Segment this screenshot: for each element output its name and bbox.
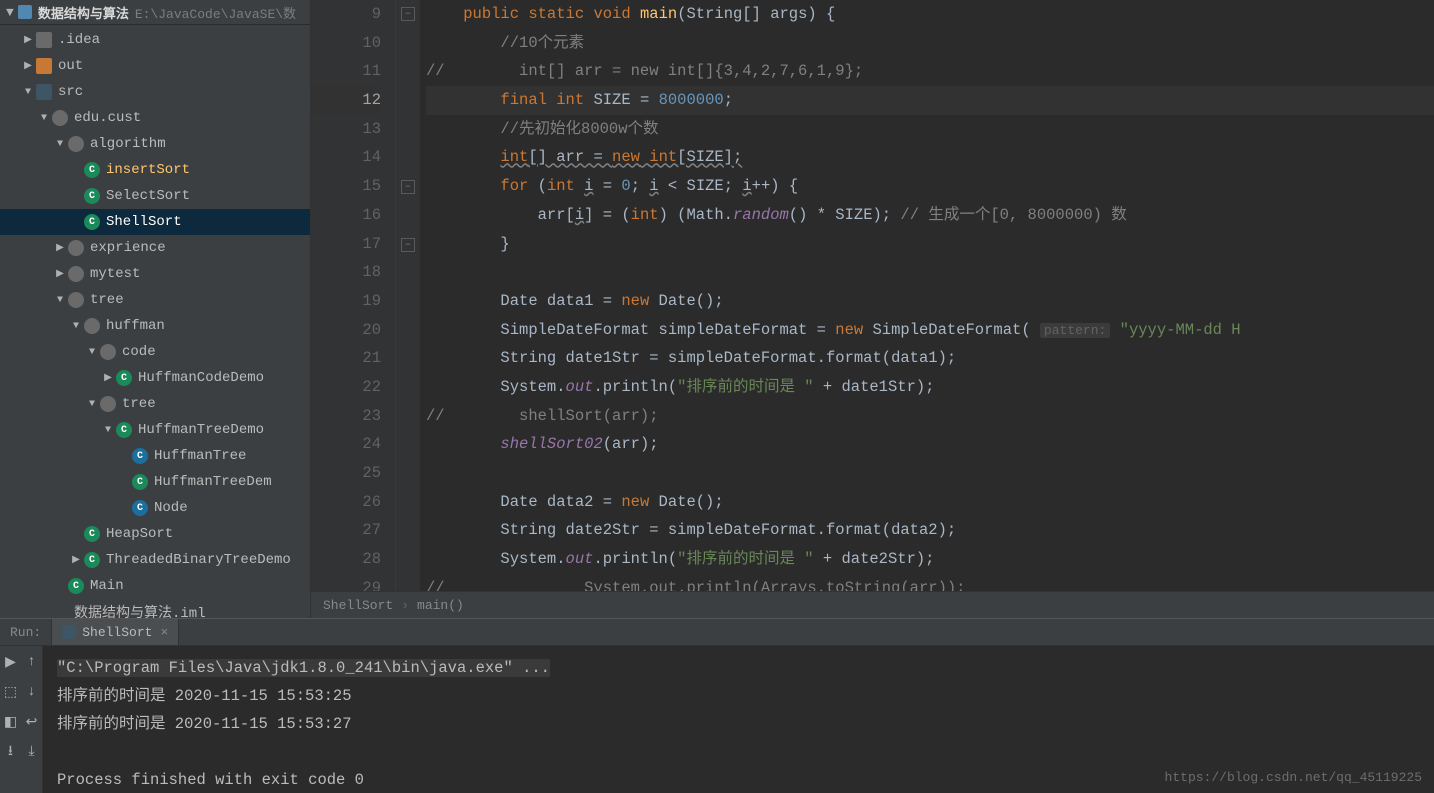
scroll-up-icon[interactable]: ↑ (24, 654, 40, 670)
tree-label: 数据结构与算法.iml (74, 602, 206, 618)
tree-node[interactable]: ▼ HuffmanTreeDemo (0, 417, 310, 443)
fold-marker-icon[interactable]: − (401, 180, 415, 194)
project-name: 数据结构与算法 (38, 3, 129, 22)
tree-label: HuffmanTree (154, 448, 246, 464)
project-tree[interactable]: ▶ .idea ▶ out ▼ src ▼ edu.cust ▼ algorithm insertS… (0, 25, 310, 618)
tree-label: Node (154, 500, 188, 516)
stop-icon[interactable]: ⬚ (3, 684, 19, 700)
project-sidebar: ▼ 数据结构与算法 E:\JavaCode\JavaSE\数 ▶ .idea ▶ ou… (0, 0, 311, 618)
run-toolbar: ▶ ⬚ ◧ ⭳ ↑ ↓ ↩ ⤓ (0, 646, 43, 793)
tree-label: src (58, 84, 83, 100)
scroll-down-icon[interactable]: ↓ (24, 684, 40, 700)
run-panel: Run: ShellSort × ▶ ⬚ ◧ ⭳ ↑ ↓ ↩ ⤓ (0, 618, 1434, 793)
tree-node[interactable]: ▶ ThreadedBinaryTreeDemo (0, 547, 310, 573)
tree-node[interactable]: 数据结构与算法.iml (0, 599, 310, 618)
tree-node[interactable]: insertSort (0, 157, 310, 183)
tree-node[interactable]: ▶ .idea (0, 27, 310, 53)
tree-label: insertSort (106, 162, 190, 178)
chevron-icon: ▼ (86, 399, 98, 410)
tree-label: tree (122, 396, 156, 412)
rerun-icon[interactable]: ▶ (3, 654, 19, 670)
tree-node[interactable]: ▶ HuffmanCodeDemo (0, 365, 310, 391)
run-label: Run: (0, 625, 51, 640)
project-path: E:\JavaCode\JavaSE\数 (135, 3, 296, 22)
tree-label: .idea (58, 32, 100, 48)
exit-icon[interactable]: ⭳ (3, 744, 19, 760)
fold-marker-icon[interactable]: − (401, 7, 415, 21)
tree-label: HeapSort (106, 526, 173, 542)
tree-label: SelectSort (106, 188, 190, 204)
chevron-right-icon: › (401, 598, 409, 613)
tree-label: code (122, 344, 156, 360)
tree-node[interactable]: ▼ huffman (0, 313, 310, 339)
tree-node[interactable]: ▼ tree (0, 391, 310, 417)
run-header: Run: ShellSort × (0, 619, 1434, 646)
chevron-icon: ▼ (38, 113, 50, 124)
chevron-icon: ▼ (86, 347, 98, 358)
editor: 9101112131415161718192021222324252627282… (311, 0, 1434, 618)
tree-label: tree (90, 292, 124, 308)
tree-node[interactable]: HuffmanTree (0, 443, 310, 469)
chevron-icon: ▶ (102, 372, 114, 384)
tree-label: HuffmanTreeDemo (138, 422, 264, 438)
tree-label: mytest (90, 266, 140, 282)
tree-node[interactable]: HeapSort (0, 521, 310, 547)
tree-node[interactable]: ▼ edu.cust (0, 105, 310, 131)
watermark: https://blog.csdn.net/qq_45119225 (1165, 770, 1422, 785)
scroll-to-end-icon[interactable]: ⤓ (24, 744, 40, 760)
tree-label: huffman (106, 318, 165, 334)
tree-label: algorithm (90, 136, 166, 152)
tree-label: ShellSort (106, 214, 182, 230)
tree-node[interactable]: ▶ exprience (0, 235, 310, 261)
chevron-icon: ▼ (54, 295, 66, 306)
code-area[interactable]: public static void main(String[] args) {… (420, 0, 1434, 591)
dump-icon[interactable]: ◧ (3, 714, 19, 730)
breadcrumb-item[interactable]: main() (417, 598, 464, 613)
tree-node[interactable]: ShellSort (0, 209, 310, 235)
tree-node[interactable]: ▶ mytest (0, 261, 310, 287)
tree-node[interactable]: ▼ algorithm (0, 131, 310, 157)
chevron-icon: ▶ (22, 34, 34, 46)
tree-node[interactable]: ▼ src (0, 79, 310, 105)
chevron-icon: ▶ (22, 60, 34, 72)
tree-label: exprience (90, 240, 166, 256)
tree-label: HuffmanTreeDem (154, 474, 272, 490)
breadcrumb-item[interactable]: ShellSort (323, 598, 393, 613)
fold-gutter[interactable]: − − − (396, 0, 420, 591)
chevron-icon: ▼ (22, 87, 34, 98)
tree-node[interactable]: ▼ tree (0, 287, 310, 313)
chevron-icon: ▶ (70, 554, 82, 566)
chevron-icon: ▶ (54, 242, 66, 254)
tree-node[interactable]: ▶ out (0, 53, 310, 79)
tree-node[interactable]: Main (0, 573, 310, 599)
breadcrumb[interactable]: ShellSort › main() (311, 591, 1434, 618)
tree-node[interactable]: HuffmanTreeDem (0, 469, 310, 495)
tree-label: Main (90, 578, 124, 594)
tree-label: ThreadedBinaryTreeDemo (106, 552, 291, 568)
tree-node[interactable]: Node (0, 495, 310, 521)
chevron-icon: ▼ (70, 321, 82, 332)
tree-node[interactable]: ▼ code (0, 339, 310, 365)
line-gutter[interactable]: 9101112131415161718192021222324252627282… (311, 0, 396, 591)
chevron-icon: ▼ (102, 425, 114, 436)
tree-node[interactable]: SelectSort (0, 183, 310, 209)
tree-label: out (58, 58, 83, 74)
tree-label: edu.cust (74, 110, 141, 126)
project-header[interactable]: ▼ 数据结构与算法 E:\JavaCode\JavaSE\数 (0, 0, 310, 25)
close-icon[interactable]: × (160, 625, 168, 640)
chevron-down-icon: ▼ (6, 5, 14, 20)
chevron-icon: ▶ (54, 268, 66, 280)
chevron-icon: ▼ (54, 139, 66, 150)
soft-wrap-icon[interactable]: ↩ (24, 714, 40, 730)
tree-label: HuffmanCodeDemo (138, 370, 264, 386)
run-tab[interactable]: ShellSort × (51, 619, 179, 645)
run-config-icon (62, 625, 76, 639)
project-icon (18, 5, 32, 19)
run-tab-label: ShellSort (82, 625, 152, 640)
fold-marker-icon[interactable]: − (401, 238, 415, 252)
